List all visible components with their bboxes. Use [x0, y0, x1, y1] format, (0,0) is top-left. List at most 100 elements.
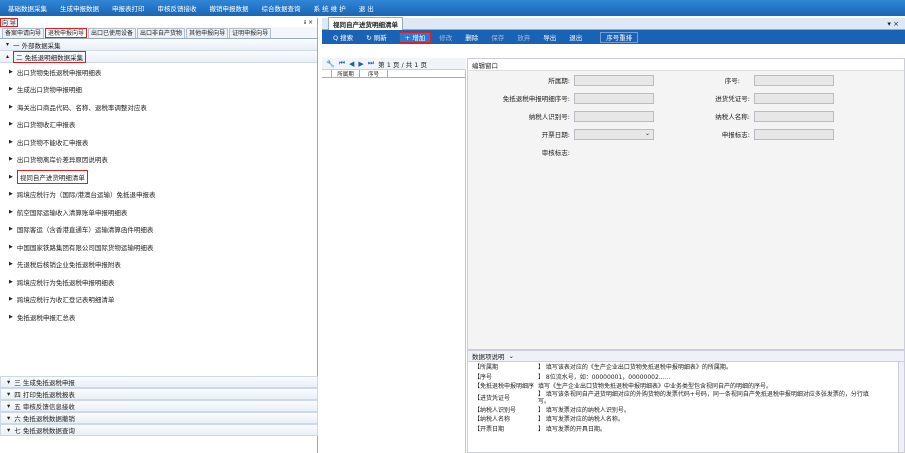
wrench-icon[interactable]: 🔧 — [326, 60, 335, 68]
collapse-icon[interactable]: ⌄ — [509, 352, 514, 360]
cancel-button[interactable]: 放弃 — [512, 32, 535, 43]
add-button[interactable]: + 增加 — [398, 31, 432, 43]
list-item[interactable]: ▶ 出口货物免抵退税申报明细表 — [0, 63, 317, 81]
refresh-button[interactable]: ↻ 刷新 — [361, 32, 392, 43]
record-grid[interactable]: 所属期 序号 — [322, 70, 466, 453]
field-description-panel: 数据项说明 ⌄ 【所属期 】 填写该表对应的《生产企业出口货物免抵退税申报明细表》的… — [467, 350, 905, 453]
taxpayer-id-field[interactable] — [574, 111, 654, 122]
section-detail-data[interactable]: ▴ 二 免抵退明细数据采集 — [0, 50, 317, 63]
list-item[interactable]: ▶ 出口货物收汇申报表 — [0, 116, 317, 134]
section-query[interactable]: ▾ 七 免抵退税数据查询 — [0, 424, 318, 436]
menu-bar: 基础数据采集 生成申报数据 申报表打印 审核反馈接收 撤销申报数据 综合数据查询… — [0, 0, 905, 16]
section-label: 五 审核反馈信息接收 — [14, 403, 75, 411]
menu-generate-data[interactable]: 生成申报数据 — [60, 3, 99, 13]
menu-print[interactable]: 申报表打印 — [112, 3, 145, 13]
detail-item-list: ▶ 出口货物免抵退税申报明细表 ▶ 生成出口货物申报明细 ▶ 海关出口商品代码、名称、… — [0, 63, 317, 326]
menu-exit[interactable]: 退 出 — [359, 3, 374, 13]
grid-header-seq[interactable]: 序号 — [360, 70, 388, 78]
list-item[interactable]: ▶ 航空国际运输收入清算账单申报明细表 — [0, 203, 317, 221]
section-label: 三 生成免抵退税申报 — [14, 379, 75, 387]
detail-seq-field[interactable] — [574, 93, 654, 104]
scrollbar[interactable] — [898, 362, 904, 452]
tab-certificate[interactable]: 证明申报向导 — [229, 28, 272, 38]
section-revoke[interactable]: ▾ 六 免抵退税数据撤销 — [0, 412, 318, 424]
declare-flag-field[interactable] — [754, 129, 834, 140]
list-item[interactable]: ▶ 中国国家铁路集团有限公司国际货物运输明细表 — [0, 238, 317, 256]
list-item[interactable]: ▶ 生成出口货物申报明细 — [0, 81, 317, 99]
label-audit-flag: 审核标志: — [508, 147, 570, 157]
taxpayer-name-field[interactable] — [754, 111, 834, 122]
field-label: 序号: — [724, 77, 740, 85]
desc-value: 填写《生产企业出口货物免抵退税申报明细表》中业务类型包含视同自产的明细的序号。 — [538, 383, 773, 391]
section-label: 六 免抵退税数据撤销 — [14, 415, 75, 423]
section-external-data[interactable]: ▾ 一 外部数据采集 — [0, 39, 317, 51]
wizard-panel: 向 导 ᵻ × 备案申请向导 退税申报向导 出口已使用设备 出口非自产货物 其他… — [0, 18, 318, 453]
menu-revoke[interactable]: 撤销申报数据 — [210, 3, 249, 13]
list-item[interactable]: ▶ 先退税后核销企业免抵退税申报附表 — [0, 256, 317, 274]
desc-line: 【免抵退税申报明细序 填写《生产企业出口货物免抵退税申报明细表》中业务类型包含视同… — [468, 381, 904, 391]
period-field[interactable] — [574, 75, 654, 86]
export-button[interactable]: 导出 — [538, 32, 561, 43]
voucher-field[interactable] — [754, 93, 834, 104]
section-generate[interactable]: ▾ 三 生成免抵退税申报 — [0, 376, 318, 388]
list-item-label: 出口货物不能收汇申报表 — [16, 138, 89, 147]
triangle-right-icon: ▶ — [9, 278, 13, 285]
label-taxpayer-name: 纳税人名称: — [668, 111, 750, 121]
main-panel: 视同自产进货明细清单 ▾ × Q 搜索 ↻ 刷新 + 增加 修改 删除 保存 放… — [322, 17, 905, 453]
field-label: 免抵退税申报明细序号: — [502, 95, 570, 103]
section-feedback[interactable]: ▾ 五 审核反馈信息接收 — [0, 400, 318, 412]
invoice-date-select[interactable]: ⌄ — [574, 129, 654, 140]
menu-system[interactable]: 系 统 维 护 — [314, 3, 346, 13]
tab-refund[interactable]: 退税申报向导 — [45, 28, 88, 38]
tab-other[interactable]: 其他申报向导 — [186, 28, 229, 38]
triangle-right-icon: ▶ — [9, 86, 13, 93]
chevron-down-icon: ▾ — [7, 414, 11, 422]
list-item[interactable]: ▶ 国际客运（含香港直通车）运输清算函件明细表 — [0, 221, 317, 239]
list-item[interactable]: ▶ 跨境应税行为免抵退税申报明细表 — [0, 273, 317, 291]
label-invoice-date: 开票日期: — [508, 129, 570, 139]
modify-button[interactable]: 修改 — [434, 32, 457, 43]
reorder-button[interactable]: 序号重排 — [600, 31, 639, 43]
field-label: 申报标志: — [721, 131, 750, 139]
tab-used-equipment[interactable]: 出口已使用设备 — [88, 28, 137, 38]
description-title-text: 数据项说明 — [472, 353, 505, 361]
tab-self-produced-list[interactable]: 视同自产进货明细清单 — [328, 17, 403, 30]
list-item[interactable]: ▶ 出口货物不能收汇申报表 — [0, 133, 317, 151]
section-label: 二 免抵退明细数据采集 — [13, 50, 87, 63]
desc-line: 【开票日期 】 填写发票的开具日期。 — [468, 424, 904, 434]
menu-query[interactable]: 综合数据查询 — [262, 3, 301, 13]
label-voucher: 进货凭证号: — [678, 93, 750, 103]
seq-field[interactable] — [754, 75, 834, 86]
first-page-icon[interactable]: ⏮ — [339, 59, 345, 68]
list-item[interactable]: ▶ 出口货物离岸价差异原因说明表 — [0, 151, 317, 169]
desc-line: 【纳税人识别号 】 填写发票对应的纳税人识别号。 — [468, 405, 904, 415]
pager: 🔧 ⏮ ◀ ▶ ⏭ 第 1 页 / 共 1 页 — [322, 58, 466, 70]
list-item[interactable]: ▶ 跨境应税行为（国际/港澳台运输）免抵退申报表 — [0, 186, 317, 204]
list-item[interactable]: ▶ 海关出口商品代码、名称、退税率调整对应表 — [0, 98, 317, 116]
triangle-right-icon: ▶ — [9, 156, 13, 163]
grid-header-period[interactable]: 所属期 — [332, 70, 360, 78]
menu-basic-data[interactable]: 基础数据采集 — [8, 3, 47, 13]
delete-button[interactable]: 删除 — [460, 32, 483, 43]
section-print[interactable]: ▾ 四 打印免抵退税报表 — [0, 388, 318, 400]
list-item[interactable]: ▶ 跨境应税行为收汇登记表明细清单 — [0, 291, 317, 309]
search-button[interactable]: Q 搜索 — [328, 32, 358, 43]
list-item-selected[interactable]: ▶ 视同自产进货明细清单 — [0, 168, 317, 186]
next-page-icon[interactable]: ▶ — [358, 60, 363, 68]
tab-non-self-goods[interactable]: 出口非自产货物 — [137, 28, 186, 38]
last-page-icon[interactable]: ⏭ — [368, 59, 374, 68]
close-icon[interactable]: ▾ × — [887, 20, 899, 28]
save-button[interactable]: 保存 — [486, 32, 509, 43]
label-taxpayer-id: 纳税人识别号: — [478, 111, 570, 121]
exit-button[interactable]: 退出 — [564, 32, 587, 43]
list-item[interactable]: ▶ 免抵退税申报汇总表 — [0, 308, 317, 326]
label-seq: 序号: — [678, 75, 740, 85]
field-label: 纳税人名称: — [715, 113, 750, 121]
prev-page-icon[interactable]: ◀ — [349, 60, 354, 68]
pin-close-icon[interactable]: ᵻ × — [304, 19, 313, 26]
field-label: 所属期: — [548, 77, 570, 85]
menu-feedback[interactable]: 审核反馈接收 — [158, 3, 197, 13]
tab-filing[interactable]: 备案申请向导 — [2, 28, 45, 38]
desc-key: 【免抵退税申报明细序 — [474, 383, 535, 391]
triangle-right-icon: ▶ — [9, 296, 13, 303]
